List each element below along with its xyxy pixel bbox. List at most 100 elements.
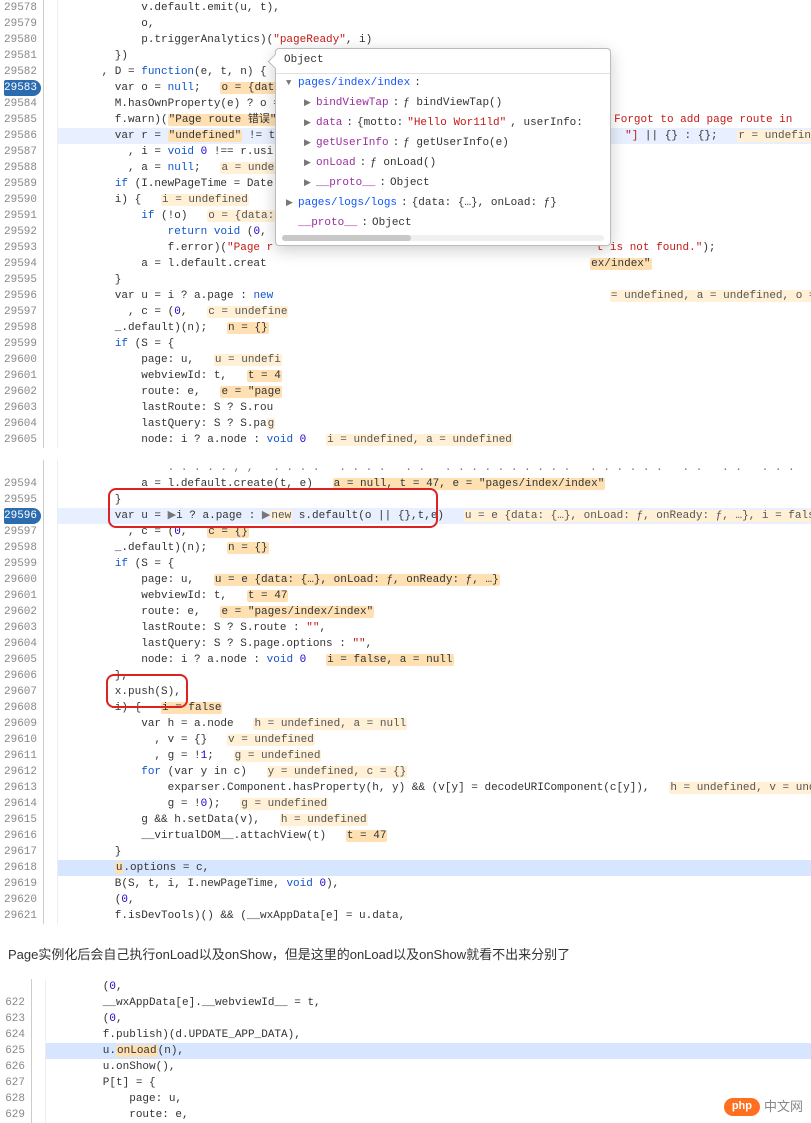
- code-line[interactable]: var h = a.node h = undefined, a = null: [58, 716, 811, 732]
- line-number[interactable]: 29594: [4, 476, 37, 492]
- line-number[interactable]: 29591: [4, 208, 37, 224]
- line-number[interactable]: 29597: [4, 524, 37, 540]
- line-number[interactable]: 29620: [4, 892, 37, 908]
- code-line[interactable]: x.push(S),: [58, 684, 811, 700]
- code-line[interactable]: . . . . . , , . . . . . . . . . . . . . …: [58, 460, 811, 476]
- line-number[interactable]: 29621: [4, 908, 37, 924]
- code-line[interactable]: u.options = c,: [58, 860, 811, 876]
- code-line[interactable]: _.default)(n); n = {}: [58, 320, 811, 336]
- triangle-right-icon[interactable]: ▶: [304, 97, 312, 110]
- code-line[interactable]: var u = i ? a.page : new = undefined, a …: [58, 288, 811, 304]
- line-number[interactable]: 29606: [4, 668, 37, 684]
- line-number[interactable]: 627: [4, 1075, 25, 1091]
- code-line[interactable]: webviewId: t, t = 47: [58, 588, 811, 604]
- code-line[interactable]: u.onLoad(n),: [46, 1043, 811, 1059]
- line-number[interactable]: 29600: [4, 352, 37, 368]
- lines-2[interactable]: . . . . . , , . . . . . . . . . . . . . …: [58, 460, 811, 924]
- code-line[interactable]: a = l.default.create(t, e) a = null, t =…: [58, 476, 811, 492]
- code-line[interactable]: var u = ▶i ? a.page : ▶new s.default(o |…: [58, 508, 811, 524]
- line-number[interactable]: 29599: [4, 336, 37, 352]
- code-line[interactable]: exparser.Component.hasProperty(h, y) && …: [58, 780, 811, 796]
- popover-property-row[interactable]: ▶__proto__: Object: [294, 174, 610, 194]
- code-line[interactable]: i) { i = false: [58, 700, 811, 716]
- line-number[interactable]: 29590: [4, 192, 37, 208]
- line-number[interactable]: 29595: [4, 492, 37, 508]
- code-line[interactable]: B(S, t, i, I.newPageTime, void 0),: [58, 876, 811, 892]
- line-number[interactable]: 29602: [4, 384, 37, 400]
- code-line[interactable]: page: u, u = undefi: [58, 352, 811, 368]
- line-number[interactable]: 29584: [4, 96, 37, 112]
- code-line[interactable]: lastRoute: S ? S.route : "",: [58, 620, 811, 636]
- line-number[interactable]: 29608: [4, 700, 37, 716]
- code-line[interactable]: }: [58, 844, 811, 860]
- line-number[interactable]: 625: [4, 1043, 25, 1059]
- line-number[interactable]: 29599: [4, 556, 37, 572]
- inspect-popover[interactable]: Object ▼ pages/index/index: ▶bindViewTap…: [275, 48, 611, 246]
- code-line[interactable]: page: u,: [46, 1091, 811, 1107]
- line-number[interactable]: 29598: [4, 540, 37, 556]
- line-number[interactable]: 29596: [4, 288, 37, 304]
- code-line[interactable]: v.default.emit(u, t),: [58, 0, 811, 16]
- code-line[interactable]: if (S = {: [58, 336, 811, 352]
- code-line[interactable]: route: e, e = "pages/index/index": [58, 604, 811, 620]
- line-number[interactable]: 628: [4, 1091, 25, 1107]
- code-line[interactable]: (0,: [46, 979, 811, 995]
- popover-property-row[interactable]: ▶getUserInfo: ƒ getUserInfo(e): [294, 134, 610, 154]
- lines-3[interactable]: (0, __wxAppData[e].__webviewId__ = t, (0…: [46, 979, 811, 1123]
- line-number[interactable]: 29601: [4, 588, 37, 604]
- line-number[interactable]: 29598: [4, 320, 37, 336]
- triangle-right-icon[interactable]: ▶: [304, 137, 312, 150]
- line-number[interactable]: 29614: [4, 796, 37, 812]
- code-line[interactable]: f.publish)(d.UPDATE_APP_DATA),: [46, 1027, 811, 1043]
- line-number[interactable]: 29592: [4, 224, 37, 240]
- code-line[interactable]: route: e, e = "page: [58, 384, 811, 400]
- line-number[interactable]: 29588: [4, 160, 37, 176]
- code-line[interactable]: __virtualDOM__.attachView(t) t = 47: [58, 828, 811, 844]
- line-number[interactable]: 29613: [4, 780, 37, 796]
- line-number[interactable]: 29578: [4, 0, 37, 16]
- code-line[interactable]: P[t] = {: [46, 1075, 811, 1091]
- line-number[interactable]: 29618: [4, 860, 37, 876]
- code-line[interactable]: (0,: [46, 1011, 811, 1027]
- line-number[interactable]: 29579: [4, 16, 37, 32]
- line-number[interactable]: [4, 979, 25, 995]
- code-line[interactable]: , c = (0, c = {}: [58, 524, 811, 540]
- line-number[interactable]: 29587: [4, 144, 37, 160]
- line-number[interactable]: 29605: [4, 652, 37, 668]
- triangle-right-icon[interactable]: ▶: [304, 177, 312, 190]
- line-number[interactable]: 29582: [4, 64, 37, 80]
- line-number[interactable]: [4, 460, 37, 476]
- code-line[interactable]: f.isDevTools)() && (__wxAppData[e] = u.d…: [58, 908, 811, 924]
- line-number[interactable]: 29603: [4, 620, 37, 636]
- line-number[interactable]: 29585: [4, 112, 37, 128]
- line-number[interactable]: 29586: [4, 128, 37, 144]
- popover-property-row[interactable]: ▶onLoad: ƒ onLoad(): [294, 154, 610, 174]
- line-number[interactable]: 29595: [4, 272, 37, 288]
- line-number[interactable]: 29589: [4, 176, 37, 192]
- code-line[interactable]: },: [58, 668, 811, 684]
- line-number[interactable]: 29605: [4, 432, 37, 448]
- popover-property-row[interactable]: ▶bindViewTap: ƒ bindViewTap(): [294, 94, 610, 114]
- line-number[interactable]: 626: [4, 1059, 25, 1075]
- code-line[interactable]: lastRoute: S ? S.rou: [58, 400, 811, 416]
- code-line[interactable]: if (S = {: [58, 556, 811, 572]
- code-line[interactable]: a = l.default.creat ex/index": [58, 256, 811, 272]
- code-line[interactable]: route: e,: [46, 1107, 811, 1123]
- popover-property-row[interactable]: ▶data: {motto: "Hello Wor11ld", userInfo…: [294, 114, 610, 134]
- line-number[interactable]: 29581: [4, 48, 37, 64]
- line-number[interactable]: 623: [4, 1011, 25, 1027]
- line-number[interactable]: 29600: [4, 572, 37, 588]
- code-line[interactable]: g = !0); g = undefined: [58, 796, 811, 812]
- code-line[interactable]: (0,: [58, 892, 811, 908]
- triangle-right-icon[interactable]: ▶: [304, 157, 312, 170]
- line-number[interactable]: 622: [4, 995, 25, 1011]
- line-number[interactable]: 624: [4, 1027, 25, 1043]
- code-line[interactable]: u.onShow(),: [46, 1059, 811, 1075]
- code-line[interactable]: o,: [58, 16, 811, 32]
- line-number[interactable]: 29603: [4, 400, 37, 416]
- line-number[interactable]: 29580: [4, 32, 37, 48]
- line-number[interactable]: 29597: [4, 304, 37, 320]
- code-line[interactable]: , c = (0, c = undefine: [58, 304, 811, 320]
- line-number[interactable]: 629: [4, 1107, 25, 1123]
- popover-scrollbar[interactable]: [282, 235, 604, 241]
